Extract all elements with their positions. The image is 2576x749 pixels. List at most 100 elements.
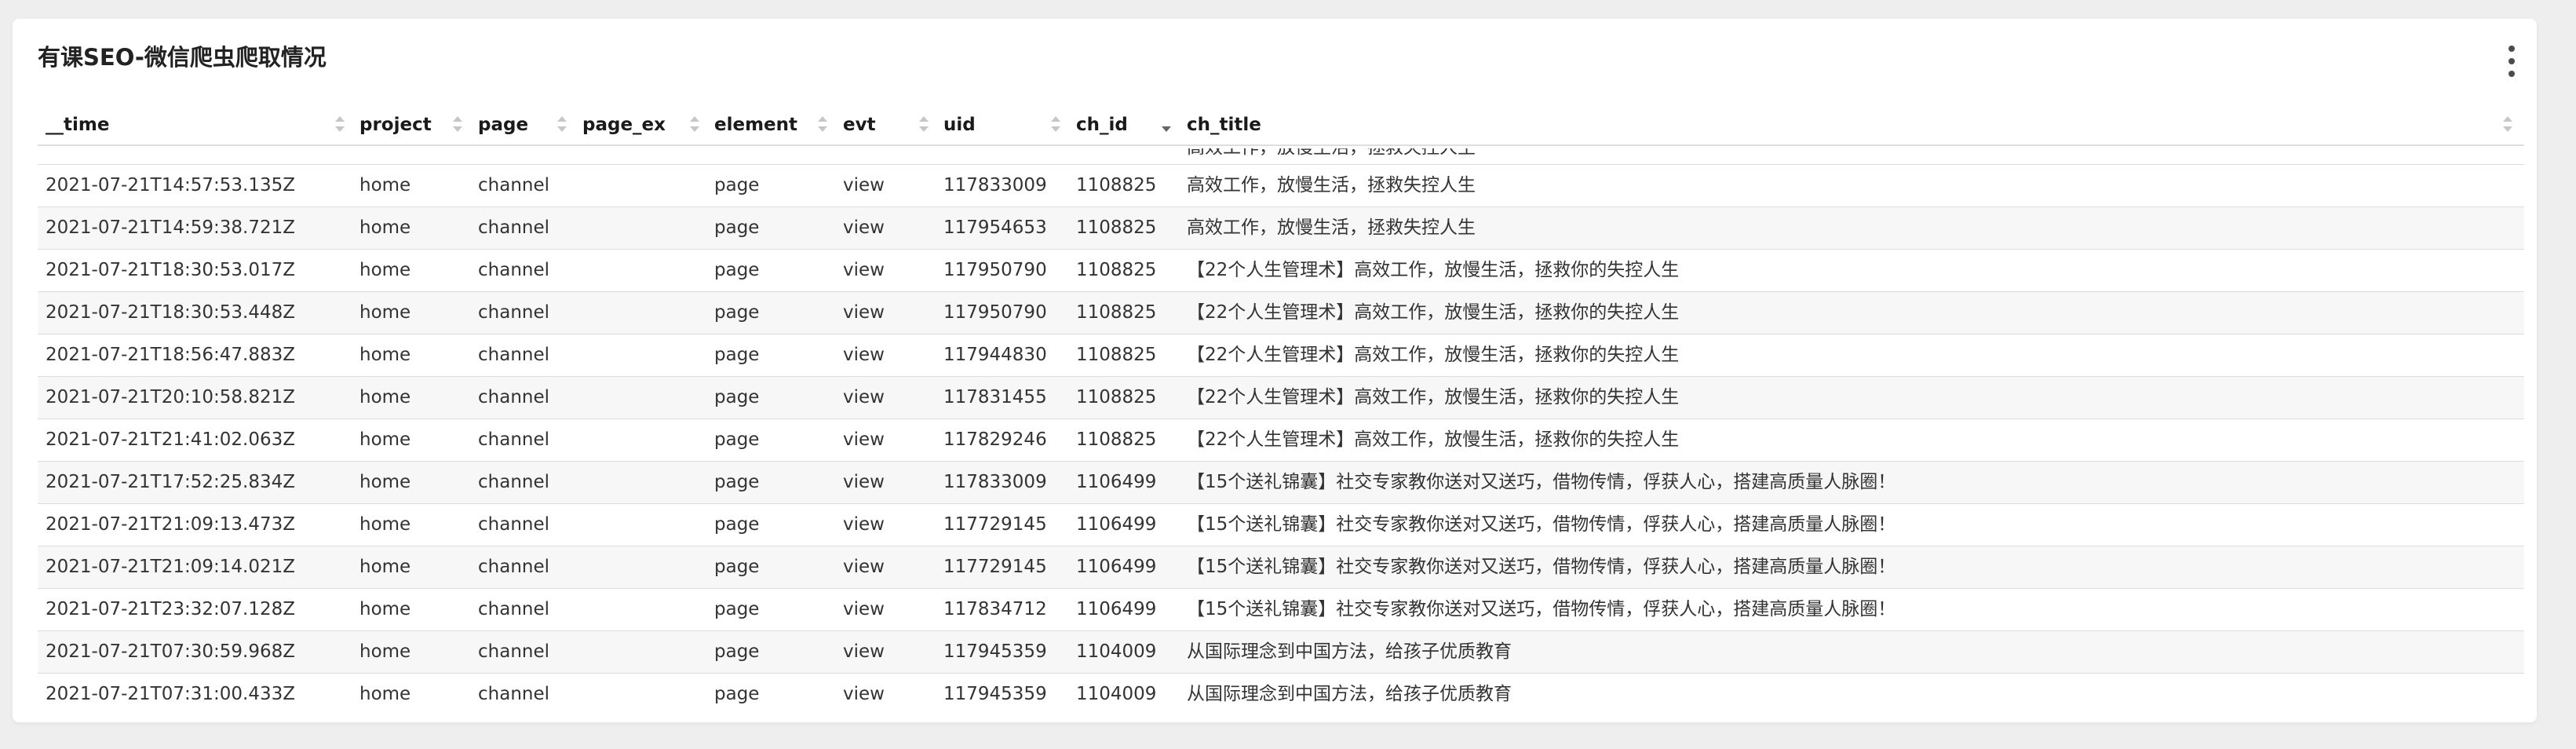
table-row[interactable]: 2021-07-21T21:09:14.021Z home channel page v… <box>38 546 2524 589</box>
column-header-page-ex[interactable]: page_ex <box>582 105 666 144</box>
column-label: ch_title <box>1187 115 1261 135</box>
column-header-ch-title[interactable]: ch_title <box>1187 105 1261 144</box>
cell-evt: view <box>843 472 885 492</box>
cell-evt: view <box>843 557 885 577</box>
column-label: evt <box>843 115 876 135</box>
sort-ch-title-icon[interactable] <box>2502 105 2518 144</box>
column-header-uid[interactable]: uid <box>943 105 976 144</box>
sort-time-icon[interactable] <box>334 105 350 144</box>
cell-ch-title: 从国际理念到中国方法，给孩子优质教育 <box>1187 641 1512 662</box>
more-options-icon[interactable] <box>2502 44 2521 79</box>
column-header-page[interactable]: page <box>478 105 528 144</box>
cell-ch-id: 1108825 <box>1076 260 1157 280</box>
cell-element: page <box>714 684 760 704</box>
column-label: page_ex <box>582 115 666 135</box>
cell-time: 2021-07-21T18:30:53.448Z <box>46 302 295 323</box>
cell-project: home <box>359 260 411 280</box>
cell-page: channel <box>478 302 550 323</box>
cell-project: home <box>359 175 411 195</box>
cell-time: 2021-07-21T21:41:02.063Z <box>46 429 295 450</box>
cell-element: page <box>714 599 760 619</box>
table-row[interactable]: 2021-07-21T17:52:25.834Z home channel page v… <box>38 462 2524 504</box>
cell-page: channel <box>478 557 550 577</box>
cell-element: page <box>714 429 760 450</box>
cell-page: channel <box>478 599 550 619</box>
cell-element: page <box>714 345 760 365</box>
cell-ch-title: 【22个人生管理术】高效工作，放慢生活，拯救你的失控人生 <box>1187 345 1680 365</box>
cell-element: page <box>714 514 760 535</box>
data-table[interactable]: __time project page page_ex element evt … <box>38 105 2524 714</box>
cell-ch-id: 1108825 <box>1076 175 1157 195</box>
table-row[interactable]: 2021-07-21T14:57:53.135Z home channel page v… <box>38 165 2524 207</box>
cell-time: 2021-07-21T23:32:07.128Z <box>46 599 295 619</box>
cell-ch-title: 【15个送礼锦囊】社交专家教你送对又送巧，借物传情，俘获人心，搭建高质量人脉圈！ <box>1187 472 1896 492</box>
cell-ch-title: 高效工作，放慢生活，拯救失控人生 <box>1187 148 1476 164</box>
table-row[interactable]: 2021-07-21T23:32:07.128Z home channel page v… <box>38 589 2524 631</box>
cell-project: home <box>359 514 411 535</box>
table-row[interactable]: 2021-07-21T07:30:59.968Z home channel page v… <box>38 631 2524 674</box>
sort-element-icon[interactable] <box>817 105 833 144</box>
cell-project: home <box>359 599 411 619</box>
sort-project-icon[interactable] <box>452 105 468 144</box>
cell-time: 2021-07-21T14:57:53.135Z <box>46 175 295 195</box>
column-label: __time <box>46 115 110 135</box>
table-row[interactable]: 2021-07-21T18:56:47.883Z home channel page v… <box>38 334 2524 377</box>
cell-page: channel <box>478 641 550 662</box>
sort-page-icon[interactable] <box>556 105 572 144</box>
cell-element: page <box>714 387 760 407</box>
cell-ch-id: 1104009 <box>1076 684 1157 704</box>
table-row[interactable]: 2021-07-21T21:09:13.473Z home channel page v… <box>38 504 2524 546</box>
table-row[interactable]: 2021-07-21T20:10:58.821Z home channel page v… <box>38 377 2524 419</box>
table-row[interactable]: 2021-07-21T07:31:00.433Z home channel page v… <box>38 674 2524 714</box>
cell-uid: 117729145 <box>943 557 1047 577</box>
table-row[interactable]: 2021-07-21T18:30:53.448Z home channel page v… <box>38 292 2524 334</box>
cell-time: 2021-07-21T21:09:14.021Z <box>46 557 295 577</box>
table-row[interactable]: 2021-07-21T18:30:53.017Z home channel page v… <box>38 250 2524 292</box>
cell-project: home <box>359 387 411 407</box>
cell-project: home <box>359 641 411 662</box>
sort-ch-id-descending-icon[interactable] <box>1161 105 1177 144</box>
cell-page: channel <box>478 387 550 407</box>
cell-time: 2021-07-21T07:31:00.433Z <box>46 684 295 704</box>
cell-ch-id: 1108825 <box>1076 387 1157 407</box>
cell-ch-title: 【15个送礼锦囊】社交专家教你送对又送巧，借物传情，俘获人心，搭建高质量人脉圈！ <box>1187 557 1896 577</box>
column-header-time[interactable]: __time <box>46 105 109 144</box>
cell-ch-id: 1108825 <box>1076 217 1157 238</box>
cell-evt: view <box>843 599 885 619</box>
cell-project: home <box>359 302 411 323</box>
cell-ch-id: 1104009 <box>1076 641 1157 662</box>
cell-ch-title: 【22个人生管理术】高效工作，放慢生活，拯救你的失控人生 <box>1187 260 1680 280</box>
cell-time: 2021-07-21T21:09:13.473Z <box>46 514 295 535</box>
cell-element: page <box>714 641 760 662</box>
cell-uid: 117944830 <box>943 345 1047 365</box>
cell-project: home <box>359 684 411 704</box>
table-row[interactable]: 2021-07-21T21:41:02.063Z home channel page v… <box>38 419 2524 462</box>
cell-ch-title: 【22个人生管理术】高效工作，放慢生活，拯救你的失控人生 <box>1187 302 1680 323</box>
column-header-evt[interactable]: evt <box>843 105 876 144</box>
table-panel: 有课SEO-微信爬虫爬取情况 __time project page page_… <box>13 19 2537 722</box>
column-header-element[interactable]: element <box>714 105 797 144</box>
table-header: __time project page page_ex element evt … <box>38 105 2524 146</box>
column-header-project[interactable]: project <box>359 105 432 144</box>
cell-time: 2021-07-21T18:30:53.017Z <box>46 260 295 280</box>
cell-element: page <box>714 175 760 195</box>
cell-time: 2021-07-21T07:30:59.968Z <box>46 641 295 662</box>
sort-page-ex-icon[interactable] <box>689 105 705 144</box>
cell-project: home <box>359 557 411 577</box>
column-header-ch-id[interactable]: ch_id <box>1076 105 1128 144</box>
cell-uid: 117954653 <box>943 217 1047 238</box>
cell-evt: view <box>843 345 885 365</box>
cell-page: channel <box>478 260 550 280</box>
cell-ch-title: 从国际理念到中国方法，给孩子优质教育 <box>1187 684 1512 704</box>
column-label: element <box>714 115 798 135</box>
cell-ch-id: 1106499 <box>1076 557 1157 577</box>
cell-ch-id: 1108825 <box>1076 429 1157 450</box>
table-row[interactable]: 2021-07-21T14:59:38.721Z home channel page v… <box>38 207 2524 250</box>
cell-element: page <box>714 557 760 577</box>
sort-evt-icon[interactable] <box>918 105 934 144</box>
cell-uid: 117950790 <box>943 260 1047 280</box>
cell-element: page <box>714 302 760 323</box>
cell-page: channel <box>478 429 550 450</box>
sort-uid-icon[interactable] <box>1050 105 1066 144</box>
panel-title: 有课SEO-微信爬虫爬取情况 <box>38 44 327 71</box>
